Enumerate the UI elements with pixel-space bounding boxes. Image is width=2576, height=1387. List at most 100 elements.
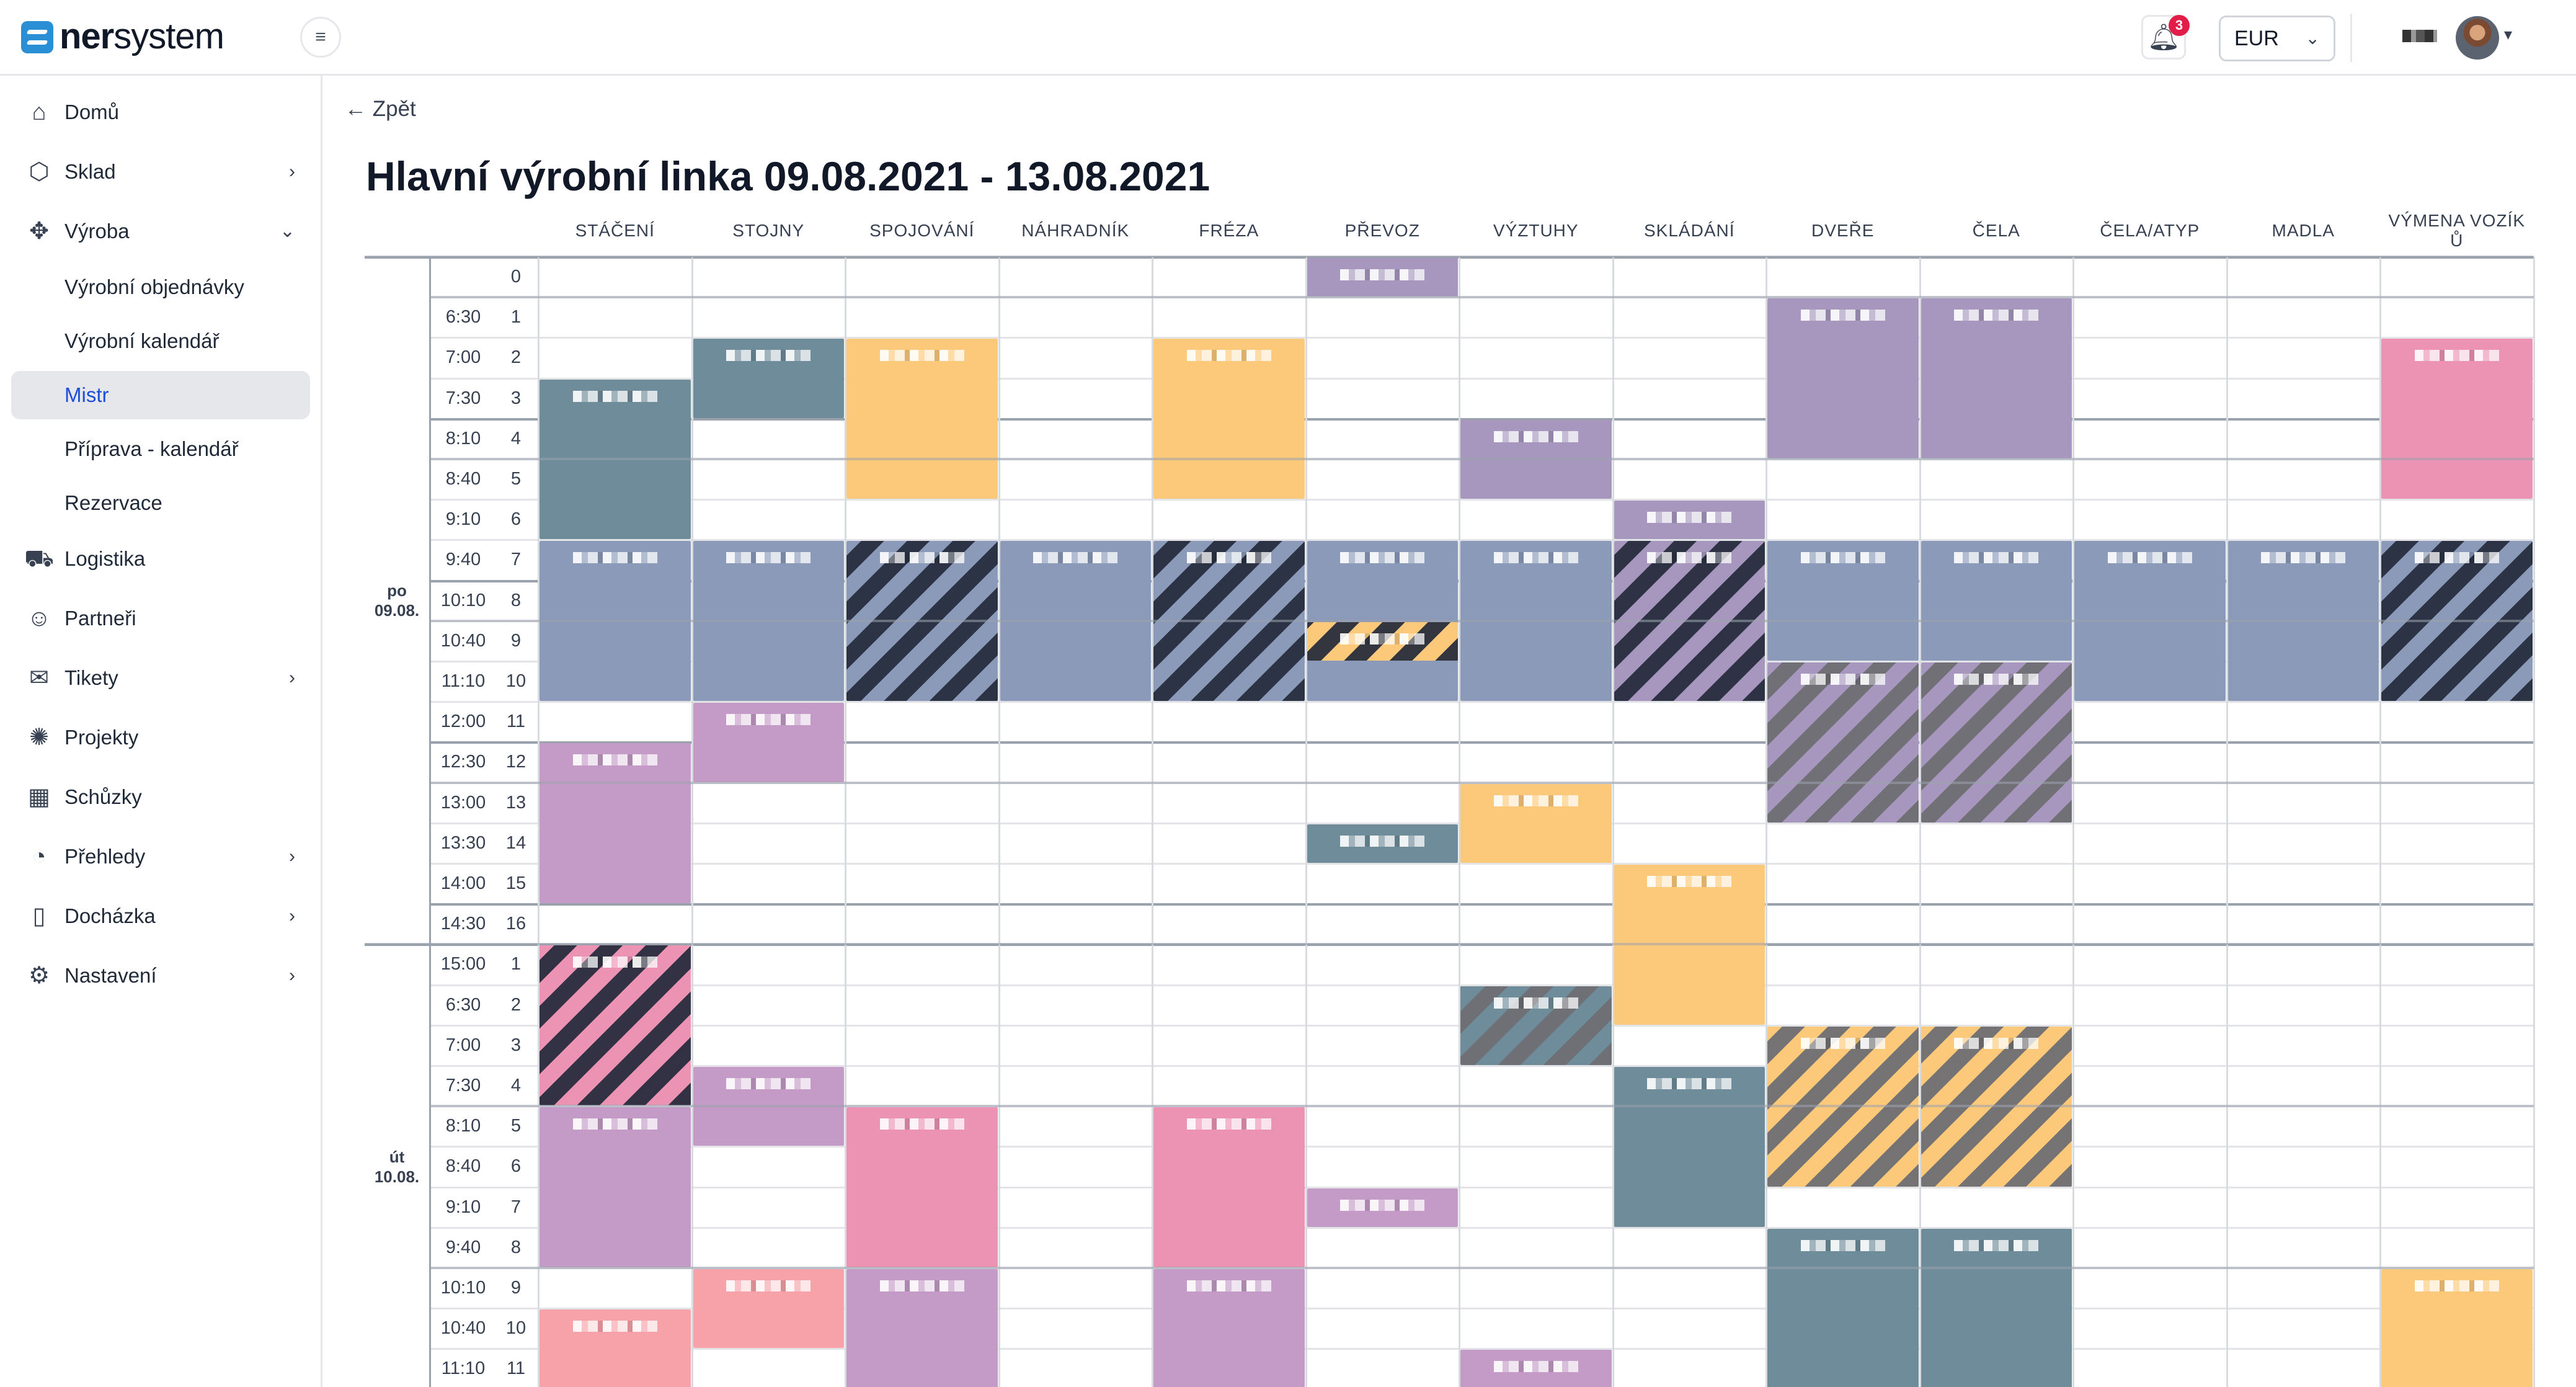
chevron-right-icon: › bbox=[289, 846, 295, 867]
time-label: 8:40 bbox=[445, 1156, 481, 1177]
sidebar-item-label: Domů bbox=[64, 100, 120, 123]
logo-text[interactable]: nersystem bbox=[60, 15, 224, 58]
production-block[interactable] bbox=[1614, 501, 1765, 540]
avatar[interactable] bbox=[2456, 16, 2499, 60]
sidebar-item-mistr[interactable]: Mistr bbox=[11, 371, 310, 419]
production-block[interactable] bbox=[1460, 783, 1612, 863]
sidebar-item-schůzky[interactable]: ▦ Schůzky bbox=[11, 773, 310, 821]
user-menu-caret-icon[interactable]: ▾ bbox=[2504, 25, 2512, 44]
production-block[interactable] bbox=[1307, 824, 1458, 863]
redacted-label bbox=[1954, 1037, 2039, 1049]
sidebar-item-tikety[interactable]: ✉ Tikety › bbox=[11, 654, 310, 702]
sidebar-item-příprava-kalendář[interactable]: Příprava - kalendář bbox=[11, 425, 310, 473]
column-header: FRÉZA bbox=[1199, 221, 1259, 240]
production-block[interactable] bbox=[846, 1269, 998, 1387]
production-block[interactable] bbox=[1767, 662, 1919, 823]
production-block[interactable] bbox=[1767, 541, 1919, 661]
users-icon: ☺ bbox=[27, 605, 51, 631]
production-block[interactable] bbox=[1460, 1350, 1612, 1387]
sidebar-item-docházka[interactable]: ▯ Docházka › bbox=[11, 892, 310, 940]
production-block[interactable] bbox=[1307, 1188, 1458, 1227]
gear-icon: ⚙ bbox=[28, 963, 50, 989]
column-header: DVEŘE bbox=[1811, 221, 1875, 240]
time-label: 9:10 bbox=[445, 1197, 481, 1217]
chevron-down-icon: ⌄ bbox=[2305, 29, 2320, 48]
production-block[interactable] bbox=[846, 1107, 998, 1267]
day-label: po 09.08. bbox=[365, 581, 429, 620]
production-block[interactable] bbox=[1921, 541, 2072, 661]
production-block[interactable] bbox=[540, 945, 691, 1106]
sidebar-item-výroba[interactable]: ✥ Výroba ⌄ bbox=[11, 207, 310, 256]
time-column-divider bbox=[429, 257, 431, 1387]
production-block[interactable] bbox=[540, 1107, 691, 1267]
column-header: STÁČENÍ bbox=[575, 221, 655, 240]
production-block[interactable] bbox=[1460, 986, 1612, 1065]
sidebar-item-rezervace[interactable]: Rezervace bbox=[11, 479, 310, 527]
redacted-label bbox=[879, 1118, 964, 1130]
slot-number: 4 bbox=[510, 1076, 522, 1095]
slot-number: 16 bbox=[505, 914, 526, 934]
puzzle-icon: ✥ bbox=[29, 218, 49, 244]
production-block[interactable] bbox=[1307, 622, 1458, 661]
redacted-label bbox=[1493, 997, 1578, 1009]
sidebar-item-logistika[interactable]: ⛟ Logistika bbox=[11, 535, 310, 583]
production-block[interactable] bbox=[1921, 662, 2072, 823]
production-block[interactable] bbox=[846, 339, 998, 499]
chevron-right-icon: › bbox=[289, 161, 295, 182]
logo-icon[interactable] bbox=[21, 21, 53, 53]
time-label: 10:40 bbox=[440, 1318, 486, 1339]
redacted-label bbox=[1954, 674, 2039, 685]
sidebar-item-sklad[interactable]: ⬡ Sklad › bbox=[11, 148, 310, 196]
menu-toggle-button[interactable]: ≡ bbox=[300, 17, 341, 58]
row-divider bbox=[429, 863, 2534, 865]
column-header: SPOJOVÁNÍ bbox=[869, 221, 975, 240]
production-block[interactable] bbox=[1921, 298, 2072, 458]
production-block[interactable] bbox=[693, 1269, 844, 1349]
slot-number: 6 bbox=[510, 509, 522, 530]
production-block[interactable] bbox=[1614, 1067, 1765, 1227]
production-block[interactable] bbox=[540, 1309, 691, 1387]
production-block[interactable] bbox=[2381, 1269, 2533, 1387]
redacted-label bbox=[2414, 1280, 2499, 1291]
sidebar-item-label: Logistika bbox=[64, 547, 146, 570]
day-date: 09.08. bbox=[374, 601, 420, 620]
redacted-label bbox=[1186, 1118, 1271, 1130]
production-block[interactable] bbox=[1153, 1107, 1305, 1267]
currency-select[interactable]: EUR ⌄ bbox=[2219, 16, 2335, 61]
currency-value: EUR bbox=[2234, 27, 2279, 50]
sidebar-item-výrobní-kalendář[interactable]: Výrobní kalendář bbox=[11, 317, 310, 365]
sidebar-item-přehledy[interactable]: ◔ Přehledy › bbox=[11, 832, 310, 881]
production-block[interactable] bbox=[1767, 298, 1919, 458]
sidebar-item-label: Výroba bbox=[64, 220, 130, 243]
production-block[interactable] bbox=[1767, 1228, 1919, 1387]
redacted-label bbox=[1340, 835, 1425, 847]
redacted-label bbox=[1340, 1199, 1425, 1211]
redacted-label bbox=[1800, 674, 1885, 685]
redacted-label bbox=[1493, 1361, 1578, 1373]
sidebar-item-domů[interactable]: ⌂ Domů bbox=[11, 88, 310, 136]
sidebar-item-projekty[interactable]: ✺ Projekty bbox=[11, 713, 310, 762]
production-block[interactable] bbox=[540, 743, 691, 904]
production-block[interactable] bbox=[1153, 339, 1305, 499]
production-block[interactable] bbox=[693, 703, 844, 782]
row-divider bbox=[429, 903, 2534, 906]
slot-number: 8 bbox=[510, 1237, 522, 1257]
redacted-label bbox=[572, 754, 657, 766]
production-block[interactable] bbox=[693, 339, 844, 418]
production-block[interactable] bbox=[1153, 1269, 1305, 1387]
redacted-label bbox=[1647, 1078, 1732, 1089]
redacted-label bbox=[1800, 1239, 1885, 1251]
sidebar-item-partneři[interactable]: ☺ Partneři bbox=[11, 594, 310, 643]
top-bar bbox=[0, 0, 2576, 76]
production-block[interactable] bbox=[1307, 258, 1458, 297]
production-block[interactable] bbox=[1921, 1228, 2072, 1387]
sidebar-item-nastavení[interactable]: ⚙ Nastavení › bbox=[11, 952, 310, 1000]
column-divider bbox=[691, 257, 693, 1387]
user-name-redacted[interactable] bbox=[2402, 30, 2437, 42]
column-divider bbox=[998, 257, 1000, 1387]
column-header: ČELA bbox=[1972, 221, 2020, 240]
sidebar-item-výrobní-objednávky[interactable]: Výrobní objednávky bbox=[11, 263, 310, 311]
time-label: 13:30 bbox=[440, 832, 486, 853]
back-link[interactable]: ← Zpět bbox=[345, 96, 416, 123]
production-block[interactable] bbox=[2381, 339, 2533, 499]
